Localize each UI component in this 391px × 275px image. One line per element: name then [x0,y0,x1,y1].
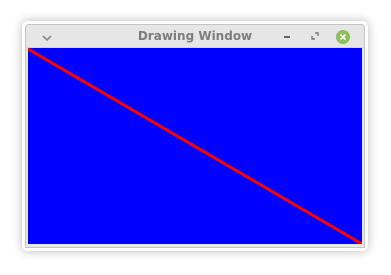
maximize-button[interactable] [306,28,324,46]
chevron-down-icon [42,28,52,46]
minimize-button[interactable] [278,28,296,46]
drawing-canvas[interactable] [26,47,364,246]
maximize-icon [310,28,320,46]
close-button[interactable] [334,28,352,46]
drawing-window: Drawing Window [25,24,365,248]
drawing-surface [26,47,364,246]
minimize-icon [283,28,291,46]
close-icon [339,28,347,46]
close-button-circle [336,30,350,44]
title-bar[interactable]: Drawing Window [26,25,364,48]
window-menu-button[interactable] [38,28,56,46]
window-bottom-border [26,244,364,247]
